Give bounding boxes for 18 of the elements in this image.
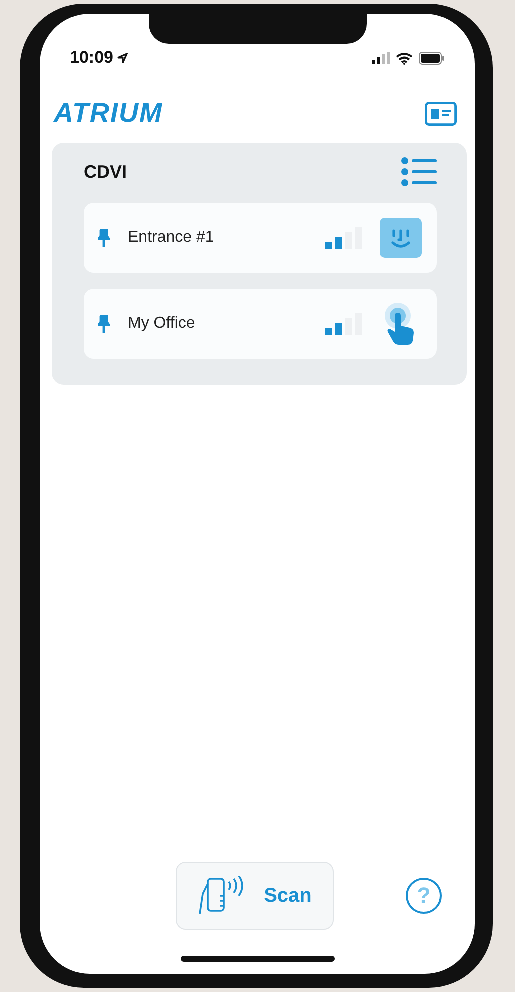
door-row[interactable]: Entrance #1	[84, 203, 437, 273]
door-row[interactable]: My Office	[84, 289, 437, 359]
status-time: 10:09	[70, 48, 114, 68]
app-logo: ATRIUM	[54, 98, 163, 129]
site-name: CDVI	[84, 162, 128, 182]
list-icon[interactable]	[401, 157, 437, 187]
battery-icon	[419, 52, 445, 64]
wifi-icon	[396, 52, 413, 64]
face-icon[interactable]	[380, 218, 422, 258]
cellular-signal-icon	[372, 52, 390, 64]
door-name[interactable]: Entrance #1	[128, 229, 325, 247]
pin-icon	[98, 229, 110, 247]
signal-strength-icon	[325, 227, 363, 249]
signal-strength-icon	[325, 313, 363, 335]
door-name[interactable]: My Office	[128, 315, 325, 333]
id-card-icon[interactable]	[425, 102, 457, 126]
pin-icon	[98, 315, 110, 333]
location-arrow-icon	[117, 52, 128, 64]
